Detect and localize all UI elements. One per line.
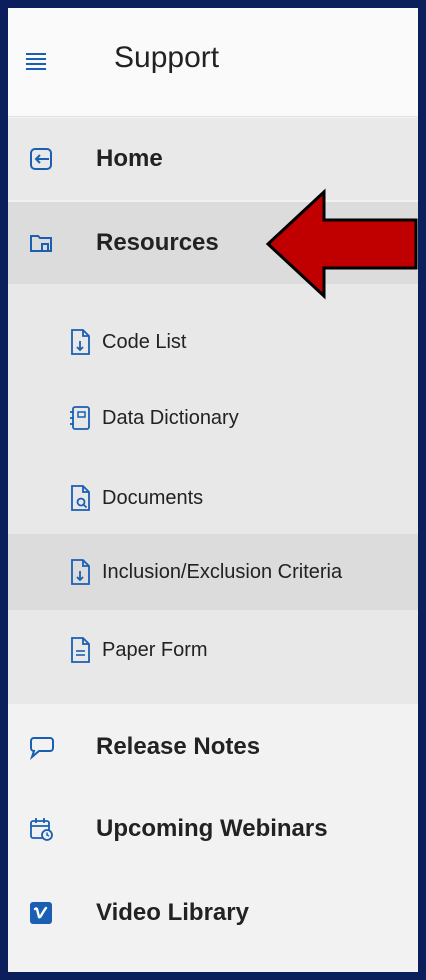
sidebar-item-video-library[interactable]: Video Library xyxy=(8,872,418,954)
sidebar-item-label: Video Library xyxy=(96,899,249,926)
sidebar-item-label: Resources xyxy=(96,229,219,256)
vimeo-icon xyxy=(28,900,54,926)
document-download-icon xyxy=(68,328,92,356)
sidebar-title: Support xyxy=(114,41,220,74)
sidebar-item-release-notes[interactable]: Release Notes xyxy=(8,706,418,788)
submenu-item-label: Documents xyxy=(102,486,204,509)
sidebar-item-label: Home xyxy=(96,145,163,172)
document-search-icon xyxy=(68,484,92,512)
submenu-item-data-dictionary[interactable]: Data Dictionary xyxy=(8,380,418,456)
resources-submenu: Code List Data Dictionary Documents Incl… xyxy=(8,284,418,704)
support-sidebar: Support Home Resources Code List Data Di… xyxy=(8,8,418,972)
arrow-left-box-icon xyxy=(28,146,54,172)
document-lines-icon xyxy=(68,636,92,664)
chat-bubble-icon xyxy=(28,734,54,760)
sidebar-item-upcoming-webinars[interactable]: Upcoming Webinars xyxy=(8,788,418,870)
red-pointer-arrow xyxy=(265,188,418,300)
sidebar-item-label: Release Notes xyxy=(96,733,261,760)
sidebar-item-label: Upcoming Webinars xyxy=(96,815,328,842)
submenu-item-label: Data Dictionary xyxy=(102,406,239,429)
hamburger-icon[interactable] xyxy=(26,52,46,70)
folder-icon xyxy=(28,230,54,256)
submenu-item-paper-form[interactable]: Paper Form xyxy=(8,612,418,688)
submenu-item-documents[interactable]: Documents xyxy=(8,460,418,536)
submenu-item-label: Inclusion/Exclusion Criteria xyxy=(102,560,343,583)
notebook-icon xyxy=(68,404,92,432)
submenu-item-code-list[interactable]: Code List xyxy=(8,304,418,380)
submenu-item-inclusion-exclusion[interactable]: Inclusion/Exclusion Criteria xyxy=(8,534,418,610)
sidebar-header: Support xyxy=(8,8,418,117)
calendar-clock-icon xyxy=(28,816,54,842)
submenu-item-label: Code List xyxy=(102,330,187,353)
document-download-icon xyxy=(68,558,92,586)
submenu-item-label: Paper Form xyxy=(102,638,208,661)
